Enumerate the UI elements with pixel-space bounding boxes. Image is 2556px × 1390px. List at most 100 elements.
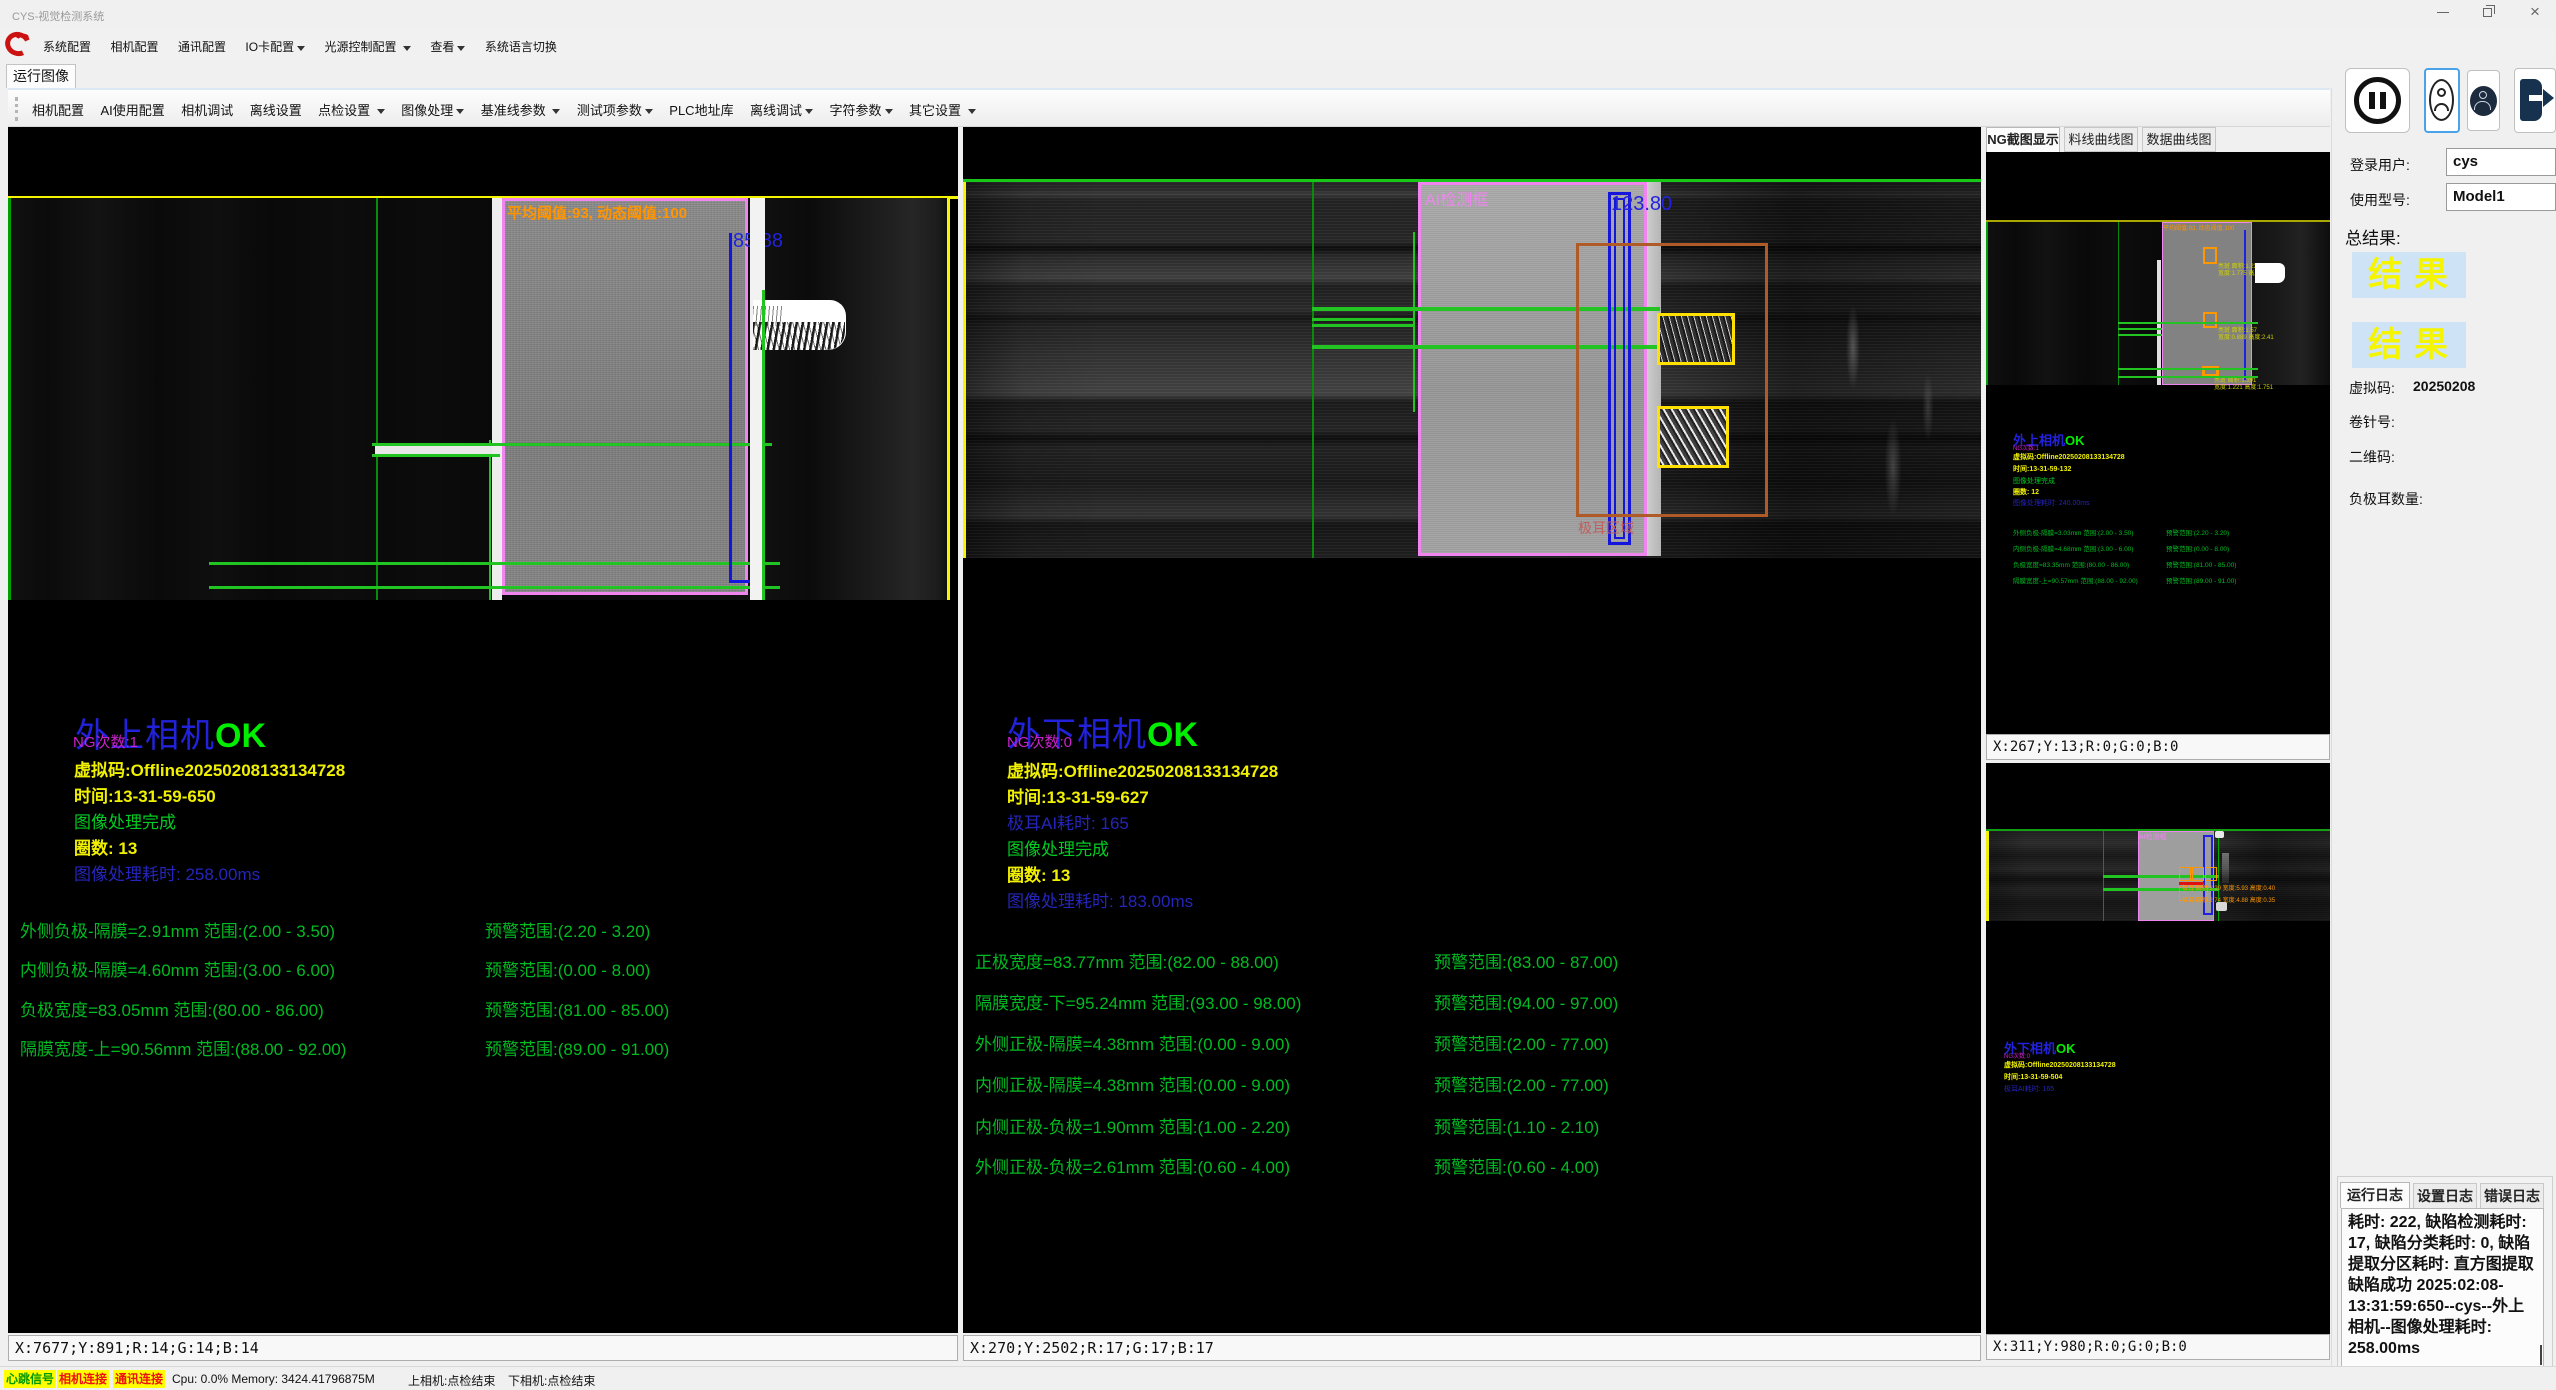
tool-camera-config[interactable]: 相机配置	[32, 100, 84, 119]
tab-line-curve[interactable]: 料线曲线图	[2064, 127, 2138, 152]
right-camera-view[interactable]: AI检测框 123.80 极耳区域 外下相机OK NG次数:0 虚拟码:Offl…	[963, 127, 1981, 1333]
mini2-yellow-edge	[1986, 831, 1989, 921]
metal-highlights	[1823, 287, 1943, 527]
mini-green-hline-4	[2118, 368, 2258, 370]
mini2-defect-1	[2179, 867, 2191, 881]
log-tab-run[interactable]: 运行日志	[2340, 1182, 2410, 1208]
virtual-code: 虚拟码:Offline20250208133134728	[74, 756, 345, 781]
chevron-down-icon	[403, 46, 411, 51]
menu-row: 系统配置 相机配置 通讯配置 IO卡配置 光源控制配置 查看 系统语言切换	[43, 38, 572, 56]
log-tab-error[interactable]: 错误日志	[2480, 1183, 2544, 1209]
measure-row: 正极宽度=83.77mm 范围:(82.00 - 88.00)	[975, 948, 1279, 973]
menu-camera-config[interactable]: 相机配置	[110, 38, 158, 55]
restore-icon-2	[2486, 5, 2495, 14]
measure-warn: 预警范围:(89.00 - 91.00)	[485, 1035, 669, 1060]
chevron-down-icon	[805, 109, 813, 114]
mini-mwarn: 预警范围:(2.20 - 3.20)	[2166, 527, 2229, 537]
vcode-label: 虚拟码:	[2349, 378, 2395, 398]
comm-chip: 通讯连接	[113, 1370, 165, 1388]
mini-tab-blob	[2255, 263, 2285, 283]
mini-green-hline-5	[2118, 376, 2258, 378]
tool-ai-config[interactable]: AI使用配置	[100, 100, 164, 119]
green-hline-c	[1312, 324, 1413, 327]
tab-run-image[interactable]: 运行图像	[6, 64, 76, 88]
mini2-bright-spot-1	[2215, 831, 2224, 838]
window-title: CYS-视觉检测系统	[12, 8, 104, 24]
tool-plc-address[interactable]: PLC地址库	[669, 100, 733, 119]
users-button[interactable]	[2467, 70, 2500, 131]
menu-system-config[interactable]: 系统配置	[43, 38, 91, 55]
tool-char-params[interactable]: 字符参数	[830, 100, 893, 119]
mini2-bright-strip	[2222, 853, 2229, 883]
users-icon	[2470, 86, 2497, 116]
user-icon-body	[2434, 103, 2449, 111]
menu-comm-config[interactable]: 通讯配置	[178, 38, 226, 55]
tool-testitem-params[interactable]: 测试项参数	[577, 100, 653, 119]
tab-highlight-box-1	[1657, 313, 1735, 365]
threshold-label: 平均阈值:93, 动态阈值:100	[507, 202, 745, 223]
tool-spotcheck-setting[interactable]: 点检设置	[318, 100, 385, 119]
measure-warn: 预警范围:(94.00 - 97.00)	[1434, 989, 1618, 1014]
model-label: 使用型号:	[2350, 190, 2410, 210]
exit-button[interactable]	[2514, 68, 2556, 133]
tool-offline-debug[interactable]: 离线调试	[750, 100, 813, 119]
electrode-detect-box: 平均阈值:93, 动态阈值:100	[502, 198, 748, 595]
menu-language-switch[interactable]: 系统语言切换	[485, 38, 557, 55]
menu-light-config[interactable]: 光源控制配置	[325, 38, 411, 55]
chevron-down-icon	[457, 46, 465, 51]
green-hline-2	[372, 454, 500, 457]
upper-camera-status: 上相机:点检结束	[408, 1372, 495, 1389]
measure-warn: 预警范围:(2.00 - 77.00)	[1434, 1030, 1609, 1055]
ng-mini-bottom-view[interactable]: AI检测框 极耳 面积:3.29 宽度:5.93 高度:0.40 极耳 面积:2…	[1986, 763, 2330, 1334]
restore-button[interactable]	[2472, 0, 2506, 26]
result-badge-2: 结果	[2352, 322, 2466, 368]
login-user-field[interactable]: cys	[2446, 148, 2556, 176]
process-time: 图像处理耗时: 258.00ms	[74, 860, 260, 885]
green-vline-1	[376, 198, 378, 600]
close-button[interactable]: ×	[2518, 0, 2552, 26]
process-done: 图像处理完成	[1007, 835, 1109, 860]
toolbar-grip[interactable]	[15, 97, 18, 121]
heartbeat-chip: 心跳信号	[4, 1370, 56, 1388]
tool-image-process[interactable]: 图像处理	[401, 100, 464, 119]
left-cursor-status: X:7677;Y:891;R:14;G:14;B:14	[8, 1335, 958, 1361]
ng-mini-top-view[interactable]: 平均阈值:93, 动态阈值:100 亮斑 面积:1.236宽度:1.775 高度…	[1986, 152, 2330, 734]
vcode-value: 20250208	[2413, 378, 2475, 394]
status-bar: 心跳信号 相机连接 通讯连接 Cpu: 0.0% Memory: 3424.41…	[0, 1366, 2556, 1390]
left-camera-view[interactable]: 平均阈值:93, 动态阈值:100 85.88 外上相机OK NG次数:1 虚拟…	[8, 127, 958, 1333]
measure-warn: 预警范围:(0.00 - 8.00)	[485, 956, 650, 981]
cpu-memory-text: Cpu: 0.0% Memory: 3424.41796875M	[172, 1372, 375, 1386]
tab-ng-display[interactable]: NG截图显示	[1986, 127, 2060, 152]
tool-other-settings[interactable]: 其它设置	[909, 100, 976, 119]
tool-offline-setting[interactable]: 离线设置	[250, 100, 302, 119]
measure-row: 内侧正极-负极=1.90mm 范围:(1.00 - 2.20)	[975, 1113, 1290, 1138]
log-content[interactable]: 耗时: 222, 缺陷检测耗时: 17, 缺陷分类耗时: 0, 缺陷提取分区耗时…	[2341, 1208, 2544, 1370]
user-button[interactable]	[2424, 68, 2460, 133]
tool-camera-debug[interactable]: 相机调试	[181, 100, 233, 119]
model-field[interactable]: Model1	[2446, 183, 2556, 211]
measure-row: 外侧正极-负极=2.61mm 范围:(0.60 - 4.00)	[975, 1153, 1290, 1178]
minimize-button[interactable]	[2426, 0, 2460, 26]
ng-panel-tabs: NG截图显示 料线曲线图 数据曲线图	[1986, 127, 2330, 152]
measure-warn: 预警范围:(83.00 - 87.00)	[1434, 948, 1618, 973]
menu-view[interactable]: 查看	[430, 38, 465, 55]
mini-green-vline	[2118, 222, 2119, 385]
pause-button[interactable]	[2345, 68, 2410, 133]
measure-row: 外侧负极-隔膜=2.91mm 范围:(2.00 - 3.50)	[20, 917, 335, 942]
mini-mrow: 负极宽度=83.35mm 范围:(80.00 - 86.00)	[2013, 559, 2129, 569]
tab-blob	[753, 300, 846, 350]
exit-arrow-head	[2543, 89, 2554, 107]
chevron-down-icon	[968, 109, 976, 114]
mini-time: 时间:13-31-59-132	[2013, 464, 2071, 474]
chevron-down-icon	[645, 109, 653, 114]
mini2-ng-count: NG次数:0	[2004, 1051, 2030, 1060]
tool-baseline-params[interactable]: 基准线参数	[481, 100, 561, 119]
log-tab-setting[interactable]: 设置日志	[2413, 1183, 2477, 1209]
menu-io-config[interactable]: IO卡配置	[245, 38, 305, 55]
close-icon: ×	[2530, 2, 2540, 21]
green-vline-b	[1413, 232, 1415, 412]
measure-warn: 预警范围:(0.60 - 4.00)	[1434, 1153, 1599, 1178]
mini-mwarn: 预警范围:(81.00 - 85.00)	[2166, 559, 2236, 569]
tab-data-curve[interactable]: 数据曲线图	[2142, 127, 2216, 152]
mini2-defect-3	[2205, 867, 2217, 881]
